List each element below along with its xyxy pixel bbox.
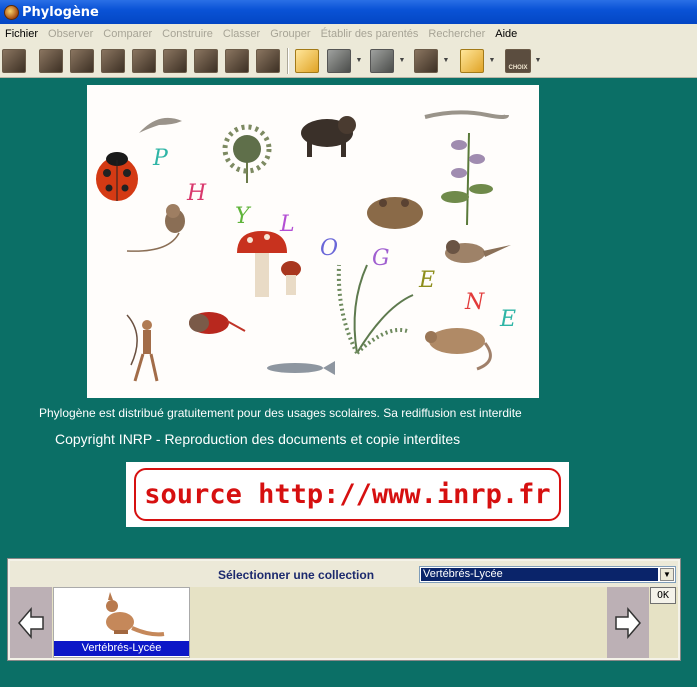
- previous-arrow-button[interactable]: [10, 587, 52, 658]
- tree-tool-icon[interactable]: [194, 49, 218, 73]
- splash-letter-n: N: [464, 290, 485, 315]
- splash-letter-p: P: [152, 146, 169, 171]
- menu-classer[interactable]: Classer: [218, 28, 265, 40]
- lizard-icon: [139, 117, 182, 133]
- menu-aide[interactable]: Aide: [490, 28, 522, 40]
- choix-button[interactable]: CHOIX: [505, 49, 531, 73]
- splash-illustration: P H Y L O G E N E: [96, 110, 516, 382]
- title-bar: Phylogène: [0, 0, 697, 24]
- folder-tool-icon[interactable]: [256, 49, 280, 73]
- print-dropdown-icon[interactable]: ▼: [355, 54, 363, 68]
- menu-construire[interactable]: Construire: [157, 28, 218, 40]
- compare-tool-icon[interactable]: [70, 49, 94, 73]
- book-dropdown-icon[interactable]: ▼: [442, 54, 450, 68]
- menu-grouper[interactable]: Grouper: [265, 28, 315, 40]
- menu-bar: Fichier Observer Comparer Construire Cla…: [0, 24, 697, 44]
- menu-rechercher[interactable]: Rechercher: [423, 28, 490, 40]
- hermit-crab-icon: [189, 312, 246, 334]
- collection-panel: Sélectionner une collection Vertébrés-Ly…: [7, 558, 681, 661]
- open-file-icon[interactable]: [295, 49, 319, 73]
- print-icon[interactable]: [327, 49, 351, 73]
- copyright-notice: Copyright INRP - Reproduction des docume…: [55, 431, 461, 447]
- fern-icon: [336, 264, 414, 355]
- sparrow-icon: [445, 240, 511, 263]
- foxglove-icon: [441, 132, 493, 226]
- splash-letter-e2: E: [499, 307, 516, 332]
- ok-button[interactable]: OK: [650, 587, 676, 604]
- arrow-right-icon: [615, 606, 641, 639]
- splash-letter-h: H: [186, 181, 207, 206]
- collection-selected-value[interactable]: Vertébrés-Lycée: [421, 568, 658, 581]
- splash-letter-o: O: [320, 236, 338, 261]
- menu-etablir-parentes[interactable]: Établir des parentés: [316, 28, 424, 40]
- dropdown-arrow-icon[interactable]: ▼: [660, 568, 674, 581]
- splash-image: P H Y L O G E N E: [87, 85, 539, 398]
- app-icon[interactable]: [4, 4, 19, 20]
- distribution-notice: Phylogène est distribué gratuitement pou…: [39, 406, 522, 420]
- cladogram-tool-icon[interactable]: [225, 49, 249, 73]
- book-tool-icon[interactable]: [414, 49, 438, 73]
- toad-icon: [367, 197, 423, 229]
- folder-dropdown-icon[interactable]: ▼: [488, 54, 496, 68]
- thistle-icon: [222, 124, 272, 183]
- next-arrow-button[interactable]: [607, 587, 649, 658]
- splash-letter-g: G: [372, 246, 390, 271]
- worm-icon: [424, 110, 509, 119]
- archer-icon: [126, 314, 159, 382]
- observe-tool-icon[interactable]: [39, 49, 63, 73]
- toolbar: ▼ ▼ ▼ ▼ CHOIX ▼: [0, 44, 697, 78]
- window-tool-icon[interactable]: [370, 49, 394, 73]
- mushroom-icon: [237, 231, 301, 297]
- table-tool-icon[interactable]: [163, 49, 187, 73]
- specimen-tool-icon[interactable]: [2, 49, 26, 73]
- tarsier-icon: [126, 204, 185, 252]
- build-tool-icon[interactable]: [132, 49, 156, 73]
- toolbar-separator: [287, 48, 289, 74]
- kangaroo-icon: [106, 592, 165, 637]
- collection-browser: Vertébrés-Lycée: [10, 587, 678, 658]
- window-dropdown-icon[interactable]: ▼: [398, 54, 406, 68]
- chimpanzee-icon: [301, 116, 356, 157]
- collection-thumbnail[interactable]: Vertébrés-Lycée: [53, 587, 190, 658]
- menu-observer[interactable]: Observer: [43, 28, 98, 40]
- fish-icon: [267, 361, 335, 375]
- source-url-text: source http://www.inrp.fr: [134, 468, 561, 521]
- thumbnail-label: Vertébrés-Lycée: [54, 641, 189, 656]
- grid-tool-icon[interactable]: [101, 49, 125, 73]
- splash-letter-e: E: [418, 268, 435, 293]
- arrow-left-icon: [18, 606, 44, 639]
- menu-fichier[interactable]: Fichier: [0, 28, 43, 40]
- collection-label: Sélectionner une collection: [218, 568, 375, 582]
- choix-dropdown-icon[interactable]: ▼: [534, 54, 542, 68]
- menu-comparer[interactable]: Comparer: [98, 28, 157, 40]
- shrew-icon: [425, 328, 492, 371]
- splash-letter-l: L: [279, 212, 295, 237]
- folder-open-icon[interactable]: [460, 49, 484, 73]
- ladybug-icon: [96, 152, 138, 201]
- window-title: Phylogène: [22, 4, 99, 20]
- source-banner: source http://www.inrp.fr: [126, 462, 569, 527]
- splash-letter-y: Y: [235, 204, 252, 229]
- collection-select[interactable]: Vertébrés-Lycée ▼: [419, 566, 676, 583]
